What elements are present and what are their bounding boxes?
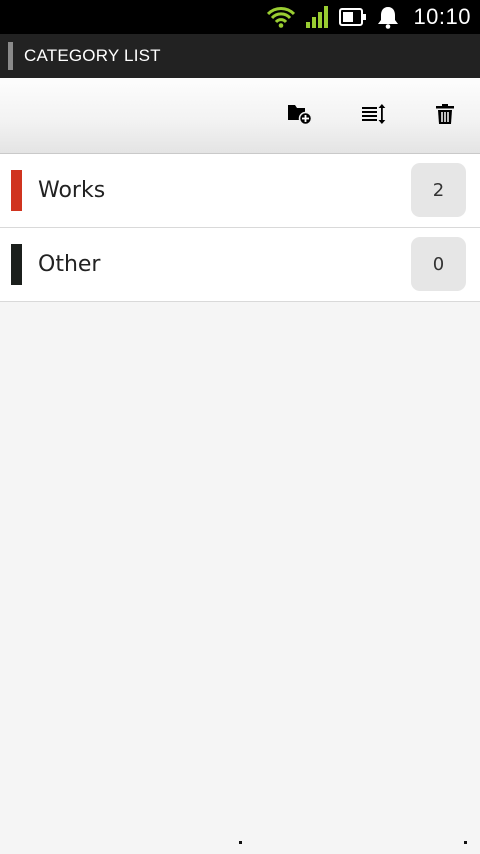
add-category-button[interactable]: [280, 98, 320, 134]
status-bar: 10:10: [0, 0, 480, 34]
bottom-dot: [464, 841, 467, 844]
notification-bell-icon: [377, 5, 399, 29]
title-bar: CATEGORY LIST: [0, 34, 480, 78]
category-count-badge: 2: [411, 163, 466, 217]
category-name: Other: [38, 252, 101, 277]
category-list: Works 2 Other 0: [0, 154, 480, 302]
signal-icon: [305, 5, 329, 29]
status-icons: 10:10: [267, 0, 480, 34]
delete-icon: [435, 103, 455, 129]
category-color-bar: [11, 244, 22, 285]
bottom-dot: [239, 841, 242, 844]
sort-button[interactable]: [354, 98, 394, 134]
category-name: Works: [38, 178, 106, 203]
category-item-other[interactable]: Other 0: [0, 228, 480, 302]
delete-button[interactable]: [425, 98, 465, 134]
category-count-badge: 0: [411, 237, 466, 291]
battery-icon: [339, 8, 367, 26]
add-category-icon: [287, 103, 313, 129]
toolbar: [0, 78, 480, 154]
wifi-icon: [267, 6, 296, 28]
category-color-bar: [11, 170, 22, 211]
category-item-works[interactable]: Works 2: [0, 154, 480, 228]
status-time: 10:10: [413, 4, 471, 29]
sort-icon: [361, 103, 387, 129]
title-accent: [8, 42, 13, 70]
page-title: CATEGORY LIST: [24, 46, 161, 65]
